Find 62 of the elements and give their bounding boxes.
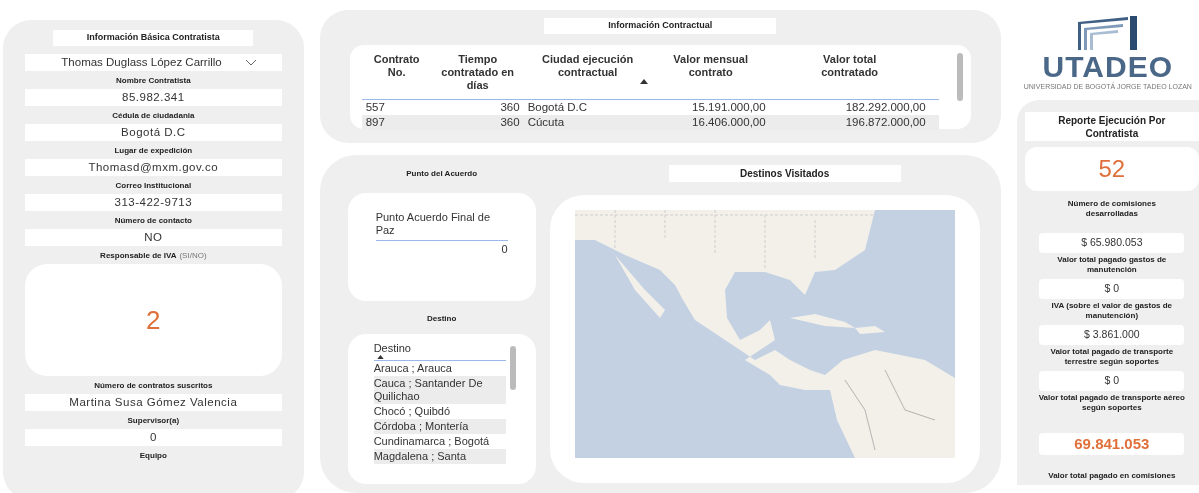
table-cell-text: 360 — [499, 100, 521, 115]
field-label: Número de contacto — [114, 216, 192, 226]
table-cell-text: 0 — [500, 242, 508, 257]
table-cell-text: Cúcuta — [526, 115, 566, 130]
field-hint: (SI/NO) — [179, 251, 207, 261]
column-header[interactable]: Contrato No. — [361, 53, 432, 98]
section-title: Destinos Visitados — [668, 165, 901, 182]
field-label: Valor total pagado en comisiones — [1048, 471, 1176, 480]
logo-wordmark: UTADEO — [1042, 51, 1174, 82]
field-label: Valor total pagado de transporte terrestre según soportes — [1049, 346, 1175, 367]
column-header[interactable]: Ciudad ejecución contractual — [523, 53, 652, 98]
section-title: Destino — [427, 313, 457, 325]
list-item[interactable]: Cauca ; Santander De Quilichao — [373, 376, 506, 404]
table-cell-text: 360 — [499, 115, 521, 130]
value-field: 313-422-9713 — [25, 194, 282, 211]
table-cell-text: 557 — [364, 100, 386, 115]
column-header[interactable]: Valor mensual contrato — [651, 53, 770, 98]
field-label: Número de comisiones desarrolladas — [1066, 198, 1157, 219]
table-cell-text: 196.872.000,00 — [844, 115, 927, 130]
value-field: $ 0 — [1039, 370, 1185, 391]
table-cell-text: 16.406.000,00 — [691, 115, 767, 130]
sort-arrow-icon — [639, 79, 648, 84]
table-cell-text: 897 — [364, 115, 386, 130]
field-label: Nombre Contratista — [116, 76, 191, 86]
scrollbar[interactable] — [509, 346, 516, 390]
field-label: Correo Institucional — [115, 181, 192, 191]
table-cell-text: 182.292.000,00 — [844, 100, 927, 115]
field-label: Valor total pagado de transporte aéreo según soportes — [1037, 392, 1186, 413]
field-label: Cédula de ciudadania — [112, 111, 195, 121]
chevron-down-icon — [245, 59, 258, 66]
field-label: Valor total pagado gastos de manutención — [1056, 254, 1168, 275]
table-cell-text: Bogotá D.C — [526, 100, 589, 115]
total-field: 69.841.053 — [1039, 432, 1185, 455]
field-label: Supervisor(a) — [127, 416, 180, 426]
scrollbar[interactable] — [956, 53, 963, 101]
panel-title: Información Contractual — [544, 18, 777, 34]
value-field: $ 0 — [1039, 278, 1185, 299]
commissions-count: 52 — [1098, 153, 1126, 184]
value-field: Thomasd@mxm.gov.co — [25, 159, 282, 176]
column-header[interactable]: Destino — [373, 342, 506, 355]
value-field: 85.982.341 — [25, 89, 282, 106]
column-header[interactable]: Valor total contratado — [794, 53, 905, 98]
panel-title: Información Básica Contratista — [53, 30, 254, 46]
column-header[interactable]: Tiempo contratado en días — [431, 53, 524, 98]
field-label: Responsable de IVA — [100, 251, 177, 261]
value-field: $ 65.980.053 — [1039, 232, 1185, 253]
contracts-count: 2 — [146, 303, 161, 337]
value-field: 0 — [25, 429, 282, 446]
value-field: Bogotá D.C — [25, 124, 282, 141]
field-label: Equipo — [139, 451, 167, 461]
section-title: Punto del Acuerdo — [406, 168, 478, 180]
column-header[interactable]: Punto Acuerdo Final de Paz — [375, 211, 508, 241]
value-field: Martina Susa Gómez Valencia — [25, 394, 282, 411]
panel-title: Reporte Ejecución Por Contratista — [1024, 112, 1199, 142]
field-label: IVA (sobre el valor de gastos de manutención) — [1050, 300, 1174, 321]
list-item[interactable]: Magdalena ; Santa — [373, 449, 506, 464]
value-field: NO — [25, 229, 282, 246]
field-label: Lugar de expedición — [114, 146, 193, 156]
field-label: Número de contratos suscritos — [94, 381, 213, 391]
list-item[interactable]: Córdoba ; Montería — [373, 419, 506, 434]
table-cell-text: 15.191.000,00 — [691, 100, 767, 115]
value-field: $ 3.861.000 — [1039, 324, 1185, 345]
